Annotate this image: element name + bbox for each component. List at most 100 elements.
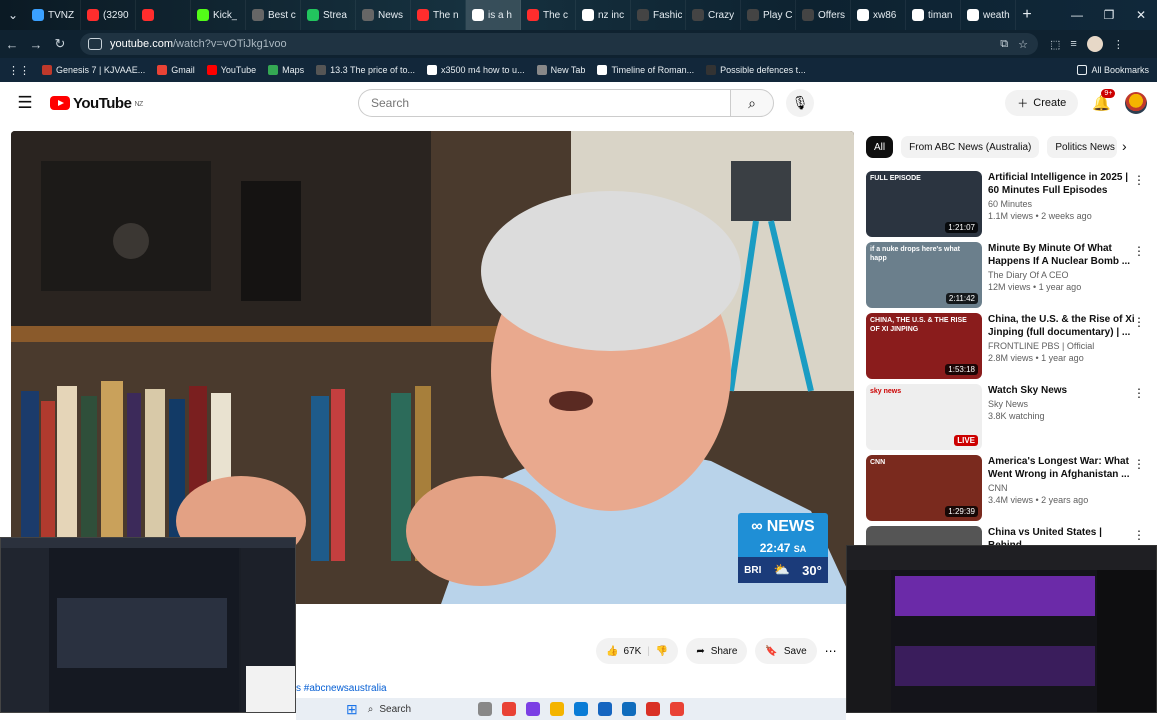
forward-icon[interactable]: → [24, 37, 48, 52]
browser-tab[interactable]: Offers [796, 0, 851, 30]
all-bookmarks-link[interactable]: All Bookmarks [1077, 65, 1157, 75]
app-icon[interactable] [525, 702, 540, 716]
save-button[interactable]: 🔖 Save [755, 638, 817, 664]
browser-tab[interactable]: Play C [741, 0, 796, 30]
browser-tab[interactable] [136, 0, 191, 30]
share-button[interactable]: ➦ Share [686, 638, 748, 664]
video-thumbnail[interactable]: FULL EPISODE 1:21:07 [866, 171, 982, 237]
extensions-icon[interactable]: ⬚ [1050, 38, 1060, 51]
video-title[interactable]: Minute By Minute Of What Happens If A Nu… [988, 242, 1138, 268]
browser-menu-icon[interactable]: ⋮ [1113, 38, 1124, 51]
apps-grid-icon[interactable]: ⋮⋮ [8, 64, 30, 77]
like-button[interactable]: 👍 67K [606, 646, 641, 657]
bookmark-star-icon[interactable]: ☆ [1018, 38, 1028, 51]
channel-name[interactable]: The Diary Of A CEO [988, 270, 1138, 280]
notification-app-icon[interactable] [645, 702, 660, 716]
channel-name[interactable]: CNN [988, 483, 1138, 493]
browser-tab[interactable]: News [356, 0, 411, 30]
bookmark-item[interactable]: 13.3 The price of to... [316, 65, 415, 75]
chevron-right-icon[interactable]: › [1122, 138, 1127, 154]
video-player[interactable]: ∞ NEWS 22:47 SA BRI ⛅ 30° [11, 131, 854, 604]
task-view-icon[interactable] [477, 702, 492, 716]
recommended-video[interactable]: CNN 1:29:39 America's Longest War: What We… [866, 455, 1151, 521]
bookmark-item[interactable]: New Tab [536, 65, 585, 75]
browser-tab[interactable]: The c [521, 0, 576, 30]
browser-tab[interactable]: Strea [301, 0, 356, 30]
taskbar-search[interactable]: ⌕ Search [368, 704, 468, 715]
youtube-logo[interactable]: YouTube NZ [50, 95, 143, 112]
channel-name[interactable]: Sky News [988, 399, 1138, 409]
video-thumbnail[interactable]: sky news LIVE [866, 384, 982, 450]
install-app-icon[interactable]: ⧉ [1000, 38, 1008, 51]
reading-list-icon[interactable]: ≡ [1070, 38, 1076, 50]
edge-icon[interactable] [573, 702, 588, 716]
chip-politics-news[interactable]: Politics News [1047, 136, 1118, 158]
chip-all[interactable]: All [866, 136, 894, 158]
more-options-icon[interactable]: ⋮ [1133, 315, 1145, 329]
account-avatar[interactable] [1125, 92, 1147, 114]
video-title[interactable]: America's Longest War: What Went Wrong i… [988, 455, 1138, 481]
browser-tab[interactable]: TVNZ [26, 0, 81, 30]
profile-avatar[interactable] [1086, 36, 1103, 52]
close-window-icon[interactable]: ✕ [1125, 8, 1157, 22]
video-thumbnail[interactable]: if a nuke drops here's what happ 2:11:42 [866, 242, 982, 308]
back-icon[interactable]: ← [0, 37, 24, 52]
video-thumbnail[interactable]: CNN 1:29:39 [866, 455, 982, 521]
more-options-icon[interactable]: ⋮ [1133, 528, 1145, 542]
bookmark-item[interactable]: Maps [268, 65, 304, 75]
channel-name[interactable]: 60 Minutes [988, 199, 1138, 209]
browser-tab[interactable]: Fashic [631, 0, 686, 30]
bookmark-item[interactable]: x3500 m4 how to u... [427, 65, 525, 75]
browser-tab[interactable]: xw86 [851, 0, 906, 30]
maximize-icon[interactable]: ❐ [1093, 8, 1125, 22]
more-actions-icon[interactable]: ⋯ [825, 644, 837, 658]
video-title[interactable]: Watch Sky News [988, 384, 1138, 397]
video-title[interactable]: China, the U.S. & the Rise of Xi Jinping… [988, 313, 1138, 339]
bookmark-item[interactable]: Genesis 7 | KJVAAE... [42, 65, 145, 75]
guide-menu-icon[interactable]: ☰ [0, 93, 50, 113]
recommended-video[interactable]: sky news LIVE Watch Sky News Sky News 3.8K w… [866, 384, 1151, 450]
more-options-icon[interactable]: ⋮ [1133, 457, 1145, 471]
tab-search-chevron-icon[interactable]: ⌄ [0, 8, 26, 22]
bookmark-item[interactable]: Possible defences t... [706, 65, 806, 75]
more-options-icon[interactable]: ⋮ [1133, 173, 1145, 187]
more-options-icon[interactable]: ⋮ [1133, 386, 1145, 400]
browser-tab[interactable]: Kick_ [191, 0, 246, 30]
minimize-icon[interactable]: — [1061, 8, 1093, 22]
chrome-icon[interactable] [501, 702, 516, 716]
browser-tab[interactable]: Best c [246, 0, 301, 30]
browser-tab[interactable]: nz inc [576, 0, 631, 30]
browser-tab[interactable]: timan [906, 0, 961, 30]
bookmark-item[interactable]: Timeline of Roman... [597, 65, 694, 75]
address-bar[interactable]: youtube.com/watch?v=vOTiJkg1voo ⧉ ☆ [80, 33, 1038, 55]
site-info-icon[interactable] [88, 38, 102, 50]
recommended-video[interactable]: FULL EPISODE 1:21:07 Artificial Intelligen… [866, 171, 1151, 237]
description-hashtags[interactable]: s #abcnewsaustralia [296, 683, 387, 694]
store-icon[interactable] [621, 702, 636, 716]
bookmark-item[interactable]: YouTube [206, 65, 256, 75]
browser-tab[interactable]: The n [411, 0, 466, 30]
browser-tab[interactable]: weath [961, 0, 1016, 30]
search-input[interactable]: Search [358, 89, 730, 117]
notifications-button[interactable]: 🔔 9+ [1092, 89, 1116, 112]
video-title[interactable]: Artificial Intelligence in 2025 | 60 Min… [988, 171, 1138, 197]
more-options-icon[interactable]: ⋮ [1133, 244, 1145, 258]
start-windows-icon[interactable]: ⊞ [346, 701, 358, 718]
browser-tab[interactable]: is a h [466, 0, 521, 30]
reload-icon[interactable]: ↻ [48, 36, 72, 52]
voice-search-button[interactable]: 🎙 [786, 89, 814, 117]
search-button[interactable]: ⌕ [730, 89, 774, 117]
dislike-button[interactable]: 👎 [656, 646, 668, 657]
outlook-icon[interactable] [597, 702, 612, 716]
chip-from-abc-news[interactable]: From ABC News (Australia) [901, 136, 1040, 158]
create-button[interactable]: ＋ Create [1005, 90, 1079, 116]
chrome-secondary-icon[interactable] [669, 702, 684, 716]
channel-name[interactable]: FRONTLINE PBS | Official [988, 341, 1138, 351]
browser-tab[interactable]: (3290 [81, 0, 136, 30]
new-tab-button[interactable]: + [1016, 6, 1038, 24]
bookmark-item[interactable]: Gmail [157, 65, 195, 75]
browser-tab[interactable]: Crazy [686, 0, 741, 30]
recommended-video[interactable]: if a nuke drops here's what happ 2:11:42 M… [866, 242, 1151, 308]
video-thumbnail[interactable]: CHINA, THE U.S. & THE RISE OF XI JINPING… [866, 313, 982, 379]
file-explorer-icon[interactable] [549, 702, 564, 716]
